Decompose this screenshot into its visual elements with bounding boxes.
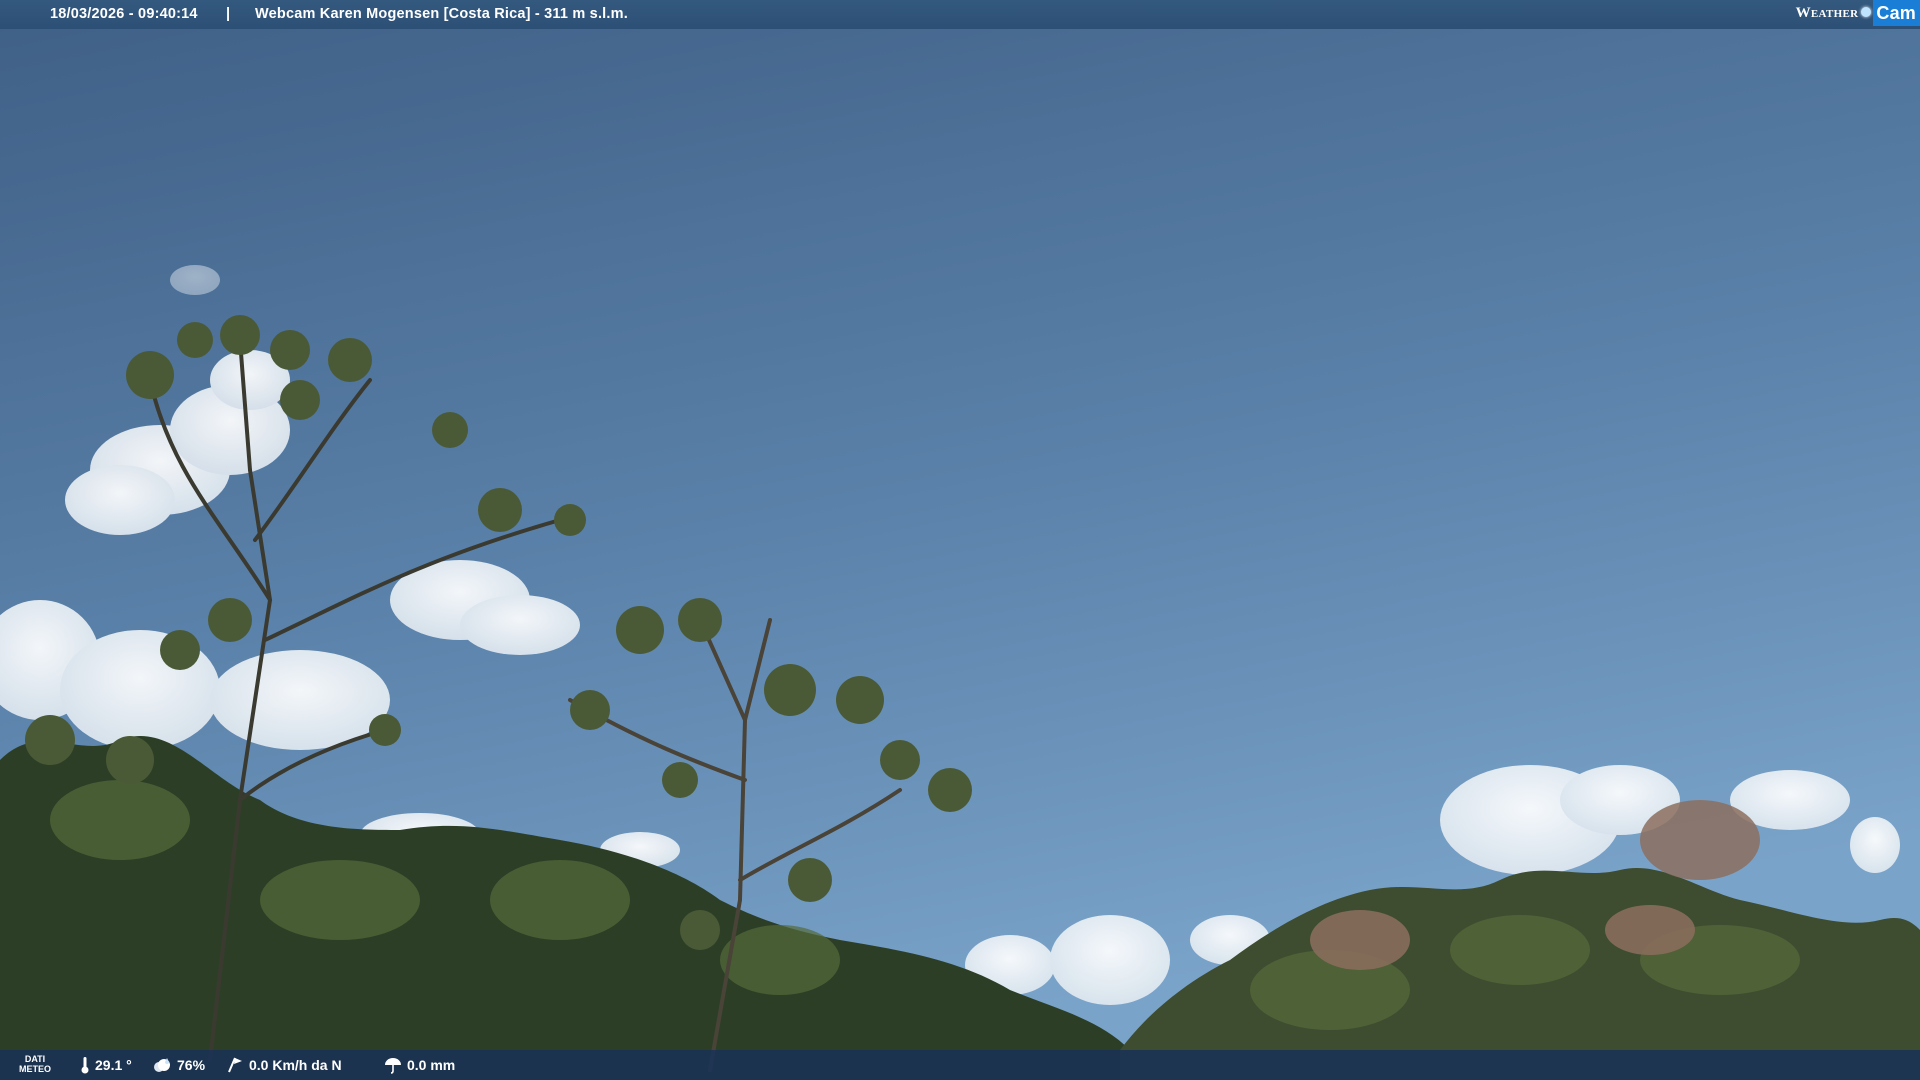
temperature-value: 29.1 ° bbox=[95, 1057, 132, 1073]
weather-label: DATI METEO bbox=[14, 1054, 56, 1074]
humidity-icon bbox=[154, 1058, 170, 1072]
webcam-title: Webcam Karen Mogensen [Costa Rica] - 311… bbox=[255, 6, 628, 22]
rain-icon bbox=[385, 1058, 401, 1074]
separator: | bbox=[226, 6, 231, 22]
top-bar: 18/03/2026 - 09:40:14 | Webcam Karen Mog… bbox=[0, 0, 1920, 29]
rain-item: 0.0 mm bbox=[384, 1050, 455, 1080]
temperature-item: 29.1 ° bbox=[80, 1050, 132, 1080]
wind-item: 0.0 Km/h da N bbox=[226, 1050, 342, 1080]
webcam-image bbox=[0, 0, 1920, 1080]
humidity-value: 76% bbox=[177, 1057, 206, 1073]
weathercam-logo[interactable]: Weather Cam bbox=[1796, 0, 1920, 26]
wind-icon bbox=[228, 1057, 242, 1073]
weather-label-line1: DATI bbox=[24, 1054, 46, 1064]
thermometer-icon bbox=[81, 1057, 89, 1074]
humidity-item: 76% bbox=[152, 1050, 205, 1080]
logo-word: Weather bbox=[1795, 4, 1859, 21]
weather-bar: DATI METEO 29.1 ° 76% 0.0 Km/h da N 0.0 … bbox=[0, 1050, 1920, 1080]
rain-value: 0.0 mm bbox=[407, 1057, 456, 1073]
logo-cam: Cam bbox=[1873, 0, 1920, 26]
wind-value: 0.0 Km/h da N bbox=[249, 1057, 342, 1073]
weather-label-line2: METEO bbox=[18, 1064, 51, 1074]
timestamp: 18/03/2026 - 09:40:14 bbox=[50, 6, 198, 22]
sun-dot-icon bbox=[1861, 6, 1872, 17]
